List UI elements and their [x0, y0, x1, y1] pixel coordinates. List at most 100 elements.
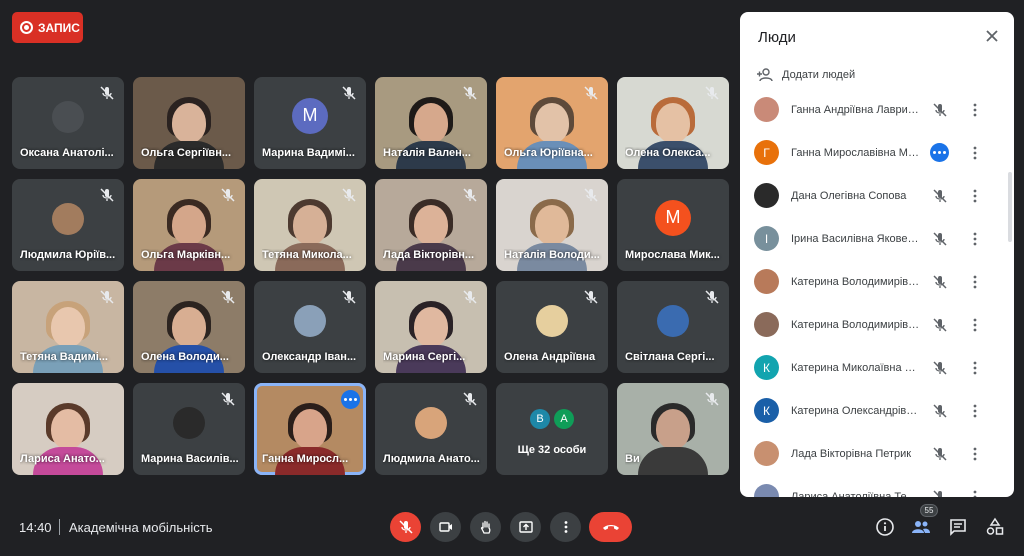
record-icon [20, 21, 33, 34]
mic-toggle-button[interactable] [390, 512, 421, 542]
participant-list-item[interactable]: Лада Вікторівна Петрик [740, 432, 1002, 475]
present-screen-button[interactable] [510, 512, 541, 542]
participant-name: Ольга Юріївна... [504, 147, 593, 159]
participant-tile[interactable]: Олена Володи... [133, 281, 245, 373]
camera-toggle-button[interactable] [430, 512, 461, 542]
info-icon[interactable] [875, 517, 895, 537]
hand-icon [480, 520, 490, 534]
more-vert-icon[interactable] [972, 361, 978, 375]
participant-tile[interactable]: Наталія Володи... [496, 179, 608, 271]
add-people-button[interactable]: Додати людей [756, 68, 855, 82]
participant-name: Марина Вадимі... [262, 147, 355, 159]
leave-call-button[interactable] [589, 512, 632, 542]
participant-name: Олександр Іван... [262, 351, 357, 363]
participant-list-item[interactable]: К Катерина Миколаївна Кр... [740, 346, 1002, 389]
participant-list-item[interactable]: І Ірина Василівна Яковенко [740, 217, 1002, 260]
participant-tile[interactable]: Світлана Сергі... [617, 281, 729, 373]
mic-off-icon [932, 360, 948, 376]
participant-tile[interactable]: Лариса Анато... [12, 383, 124, 475]
participant-tile[interactable]: Тетяна Вадимі... [12, 281, 124, 373]
participant-name: Ольга Марківн... [141, 249, 231, 261]
participant-name: Олена Олекса... [625, 147, 711, 159]
participant-tile[interactable]: В А Ще 32 особи [496, 383, 608, 475]
participant-tile[interactable]: Олена Олекса... [617, 77, 729, 169]
more-vert-icon[interactable] [972, 447, 978, 461]
activities-icon[interactable] [985, 517, 1005, 537]
chat-icon[interactable] [948, 517, 968, 537]
mic-off-icon [341, 85, 357, 101]
participant-tile[interactable]: Олександр Іван... [254, 281, 366, 373]
participant-tile[interactable]: Марина Василів... [133, 383, 245, 475]
panel-scrollbar[interactable] [1008, 172, 1012, 242]
participant-avatar: К [754, 398, 779, 423]
participant-name: Людмила Юріїв... [20, 249, 116, 261]
recording-badge[interactable]: ЗАПИС [12, 12, 83, 43]
participant-name: Світлана Сергі... [625, 351, 715, 363]
participant-avatar [754, 312, 779, 337]
participant-avatar [754, 183, 779, 208]
participant-avatar [415, 407, 447, 440]
participant-list-item[interactable]: Дана Олегівна Сопова [740, 174, 1002, 217]
mic-off-icon [220, 187, 236, 203]
participant-tile[interactable]: Марина Сергі... [375, 281, 487, 373]
participant-list-name: Лада Вікторівна Петрик [791, 447, 912, 460]
participant-list-item[interactable]: Лариса Анатоліївна Теря... [740, 475, 1002, 497]
participant-tile[interactable]: Людмила Юріїв... [12, 179, 124, 271]
more-vert-icon [564, 521, 567, 533]
more-vert-icon[interactable] [972, 103, 978, 117]
participant-name: Людмила Анато... [383, 453, 480, 465]
participant-avatar: В [530, 409, 550, 429]
more-vert-icon[interactable] [972, 404, 978, 418]
participant-list: Ганна Андріївна Лаврин... Г Ганна Мирослав… [740, 90, 1002, 497]
participant-list-item[interactable]: Катерина Володимирівн... [740, 303, 1002, 346]
participant-avatar: А [554, 409, 574, 429]
participant-list-item[interactable]: Ганна Андріївна Лаврин... [740, 90, 1002, 131]
participant-tile[interactable]: Тетяна Микола... [254, 179, 366, 271]
mic-off-icon [932, 188, 948, 204]
mic-off-icon [932, 446, 948, 462]
participant-avatar [52, 101, 84, 134]
more-vert-icon[interactable] [972, 232, 978, 246]
present-icon [518, 521, 533, 533]
mic-off-icon [99, 289, 115, 305]
participant-avatar: М [292, 97, 328, 134]
more-vert-icon[interactable] [972, 275, 978, 289]
participant-tile[interactable]: Ольга Юріївна... [496, 77, 608, 169]
participant-avatar [657, 305, 689, 338]
participant-avatar: Г [754, 140, 779, 165]
mic-off-icon [932, 403, 948, 419]
raise-hand-button[interactable] [470, 512, 501, 542]
mic-off-icon [704, 391, 720, 407]
close-icon[interactable] [984, 28, 1000, 44]
participant-avatar [754, 484, 779, 497]
participant-avatar [52, 203, 84, 236]
participant-tile[interactable]: Лада Вікторівн... [375, 179, 487, 271]
participant-tile[interactable]: Ольга Сергіївн... [133, 77, 245, 169]
mic-off-icon [932, 102, 948, 118]
mic-off-icon [583, 289, 599, 305]
people-icon[interactable] [911, 517, 931, 537]
participant-tile[interactable]: Оксана Анатолі... [12, 77, 124, 169]
more-options-button[interactable] [550, 512, 581, 542]
more-vert-icon[interactable] [972, 490, 978, 498]
mic-off-icon [583, 187, 599, 203]
participant-tile[interactable]: Ганна Миросл... [254, 383, 366, 475]
participant-tile[interactable]: М Марина Вадимі... [254, 77, 366, 169]
participant-list-item[interactable]: К Катерина Олександрівн... [740, 389, 1002, 432]
participant-tile[interactable]: Ви [617, 383, 729, 475]
participant-tile[interactable]: Наталія Вален... [375, 77, 487, 169]
participant-name: Марина Василів... [141, 453, 239, 465]
participant-tile[interactable]: Ольга Марківн... [133, 179, 245, 271]
more-vert-icon[interactable] [972, 189, 978, 203]
recording-label: ЗАПИС [38, 20, 80, 35]
more-vert-icon[interactable] [972, 318, 978, 332]
more-vert-icon[interactable] [972, 146, 978, 160]
participant-list-item[interactable]: Г Ганна Мирославівна Ме... [740, 131, 1002, 174]
mic-off-icon [341, 187, 357, 203]
participant-tile[interactable]: Людмила Анато... [375, 383, 487, 475]
participant-tile[interactable]: Олена Андріївна [496, 281, 608, 373]
participant-list-item[interactable]: Катерина Володимирівн... [740, 260, 1002, 303]
mic-off-icon [704, 289, 720, 305]
participant-avatar [294, 305, 326, 338]
participant-tile[interactable]: М Мирослава Мик... [617, 179, 729, 271]
